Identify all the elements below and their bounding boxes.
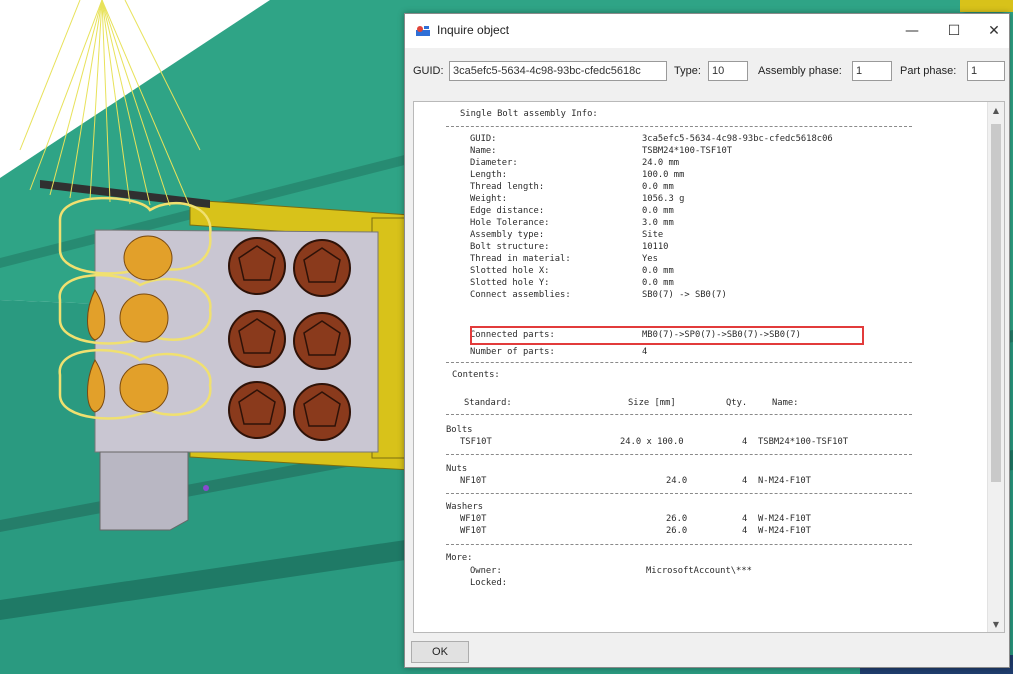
property-value: 24.0 mm xyxy=(642,158,680,168)
table-row-size: 24.0 x 100.0 xyxy=(620,437,684,447)
type-label: Type: xyxy=(674,65,701,77)
gusset-plate xyxy=(99,451,189,531)
property-value: SB0(7) -> SB0(7) xyxy=(642,290,727,300)
property-label: Number of parts: xyxy=(470,347,555,357)
section-title: Washers xyxy=(446,502,484,512)
section-title: Bolts xyxy=(446,425,473,435)
table-row-name: TSBM24*100-TSF10T xyxy=(758,437,849,447)
property-value: 0.0 mm xyxy=(642,266,674,276)
type-field[interactable]: 10 xyxy=(708,61,748,81)
vertical-scrollbar[interactable]: ▲ ▼ xyxy=(987,102,1004,632)
table-row-standard: TSF10T xyxy=(460,437,492,447)
property-label: Diameter: xyxy=(470,158,518,168)
table-row-size: 26.0 xyxy=(666,514,688,524)
ok-button[interactable]: OK xyxy=(411,641,469,663)
info-field-row: GUID: 3ca5efc5-5634-4c98-93bc-cfedc5618c… xyxy=(405,60,1009,84)
table-row-size: 26.0 xyxy=(666,526,688,536)
table-row-name: N-M24-F10T xyxy=(758,476,811,486)
part-phase-field[interactable]: 1 xyxy=(967,61,1005,81)
table-row-qty: 4 xyxy=(742,437,748,447)
owner-label: Owner: xyxy=(470,566,502,576)
property-label: Hole Tolerance: xyxy=(470,218,550,228)
property-label: Edge distance: xyxy=(470,206,545,216)
property-label: Slotted hole Y: xyxy=(470,278,550,288)
guid-field[interactable]: 3ca5efc5-5634-4c98-93bc-cfedc5618c xyxy=(449,61,667,81)
scrollbar-thumb[interactable] xyxy=(991,124,1001,482)
property-value: 0.0 mm xyxy=(642,182,674,192)
more-label: More: xyxy=(446,553,473,563)
property-label: Thread length: xyxy=(470,182,545,192)
table-row-name: W-M24-F10T xyxy=(758,514,811,524)
separator xyxy=(446,126,912,127)
property-value: 0.0 mm xyxy=(642,278,674,288)
separator xyxy=(446,414,912,415)
table-header-size: Size [mm] xyxy=(628,398,676,408)
property-value: Yes xyxy=(642,254,658,264)
table-row-standard: WF10T xyxy=(460,514,487,524)
separator xyxy=(446,544,912,545)
property-label: Assembly type: xyxy=(470,230,545,240)
connected-parts-highlight xyxy=(470,326,864,345)
report-content: Single Bolt assembly Info: GUID: 3ca5efc… xyxy=(414,102,988,632)
table-row-qty: 4 xyxy=(742,526,748,536)
owner-value: MicrosoftAccount\*** xyxy=(646,566,752,576)
guid-label: GUID: xyxy=(413,65,444,77)
inquire-object-dialog: Inquire object — ☐ ✕ GUID: 3ca5efc5-5634… xyxy=(404,13,1010,668)
close-button[interactable]: ✕ xyxy=(971,14,1013,48)
property-value: 4 xyxy=(642,347,648,357)
table-row-standard: WF10T xyxy=(460,526,487,536)
separator xyxy=(446,454,912,455)
scroll-up-icon[interactable]: ▲ xyxy=(988,102,1004,118)
dialog-titlebar[interactable]: Inquire object — ☐ ✕ xyxy=(405,14,1009,48)
property-label: Connect assemblies: xyxy=(470,290,571,300)
table-header-qty: Qty. xyxy=(726,398,748,408)
section-title: Nuts xyxy=(446,464,468,474)
contents-label: Contents: xyxy=(452,370,500,380)
property-value: 1056.3 g xyxy=(642,194,685,204)
property-label: GUID: xyxy=(470,134,497,144)
scroll-down-icon[interactable]: ▼ xyxy=(988,616,1004,632)
property-label: Length: xyxy=(470,170,508,180)
property-label: Thread in material: xyxy=(470,254,571,264)
property-label: Name: xyxy=(470,146,497,156)
table-row-qty: 4 xyxy=(742,514,748,524)
report-header: Single Bolt assembly Info: xyxy=(460,109,598,119)
table-row-qty: 4 xyxy=(742,476,748,486)
table-header-standard: Standard: xyxy=(464,398,512,408)
property-value: TSBM24*100-TSF10T xyxy=(642,146,733,156)
separator xyxy=(446,493,912,494)
property-value: 3.0 mm xyxy=(642,218,674,228)
property-value: 100.0 mm xyxy=(642,170,685,180)
minimize-button[interactable]: — xyxy=(889,14,935,48)
separator xyxy=(446,362,912,363)
table-row-size: 24.0 xyxy=(666,476,688,486)
property-value: 3ca5efc5-5634-4c98-93bc-cfedc5618c06 xyxy=(642,134,833,144)
table-row-standard: NF10T xyxy=(460,476,487,486)
report-text-area[interactable]: Single Bolt assembly Info: GUID: 3ca5efc… xyxy=(413,101,1005,633)
property-value: 10110 xyxy=(642,242,669,252)
property-value: Site xyxy=(642,230,664,240)
property-value: 0.0 mm xyxy=(642,206,674,216)
app-icon xyxy=(416,26,430,36)
part-phase-label: Part phase: xyxy=(900,65,957,77)
locked-label: Locked: xyxy=(470,578,508,588)
property-label: Weight: xyxy=(470,194,508,204)
assembly-phase-label: Assembly phase: xyxy=(758,65,842,77)
table-row-name: W-M24-F10T xyxy=(758,526,811,536)
table-header-name: Name: xyxy=(772,398,799,408)
property-label: Slotted hole X: xyxy=(470,266,550,276)
assembly-phase-field[interactable]: 1 xyxy=(852,61,892,81)
dialog-title: Inquire object xyxy=(437,23,510,37)
property-label: Bolt structure: xyxy=(470,242,550,252)
